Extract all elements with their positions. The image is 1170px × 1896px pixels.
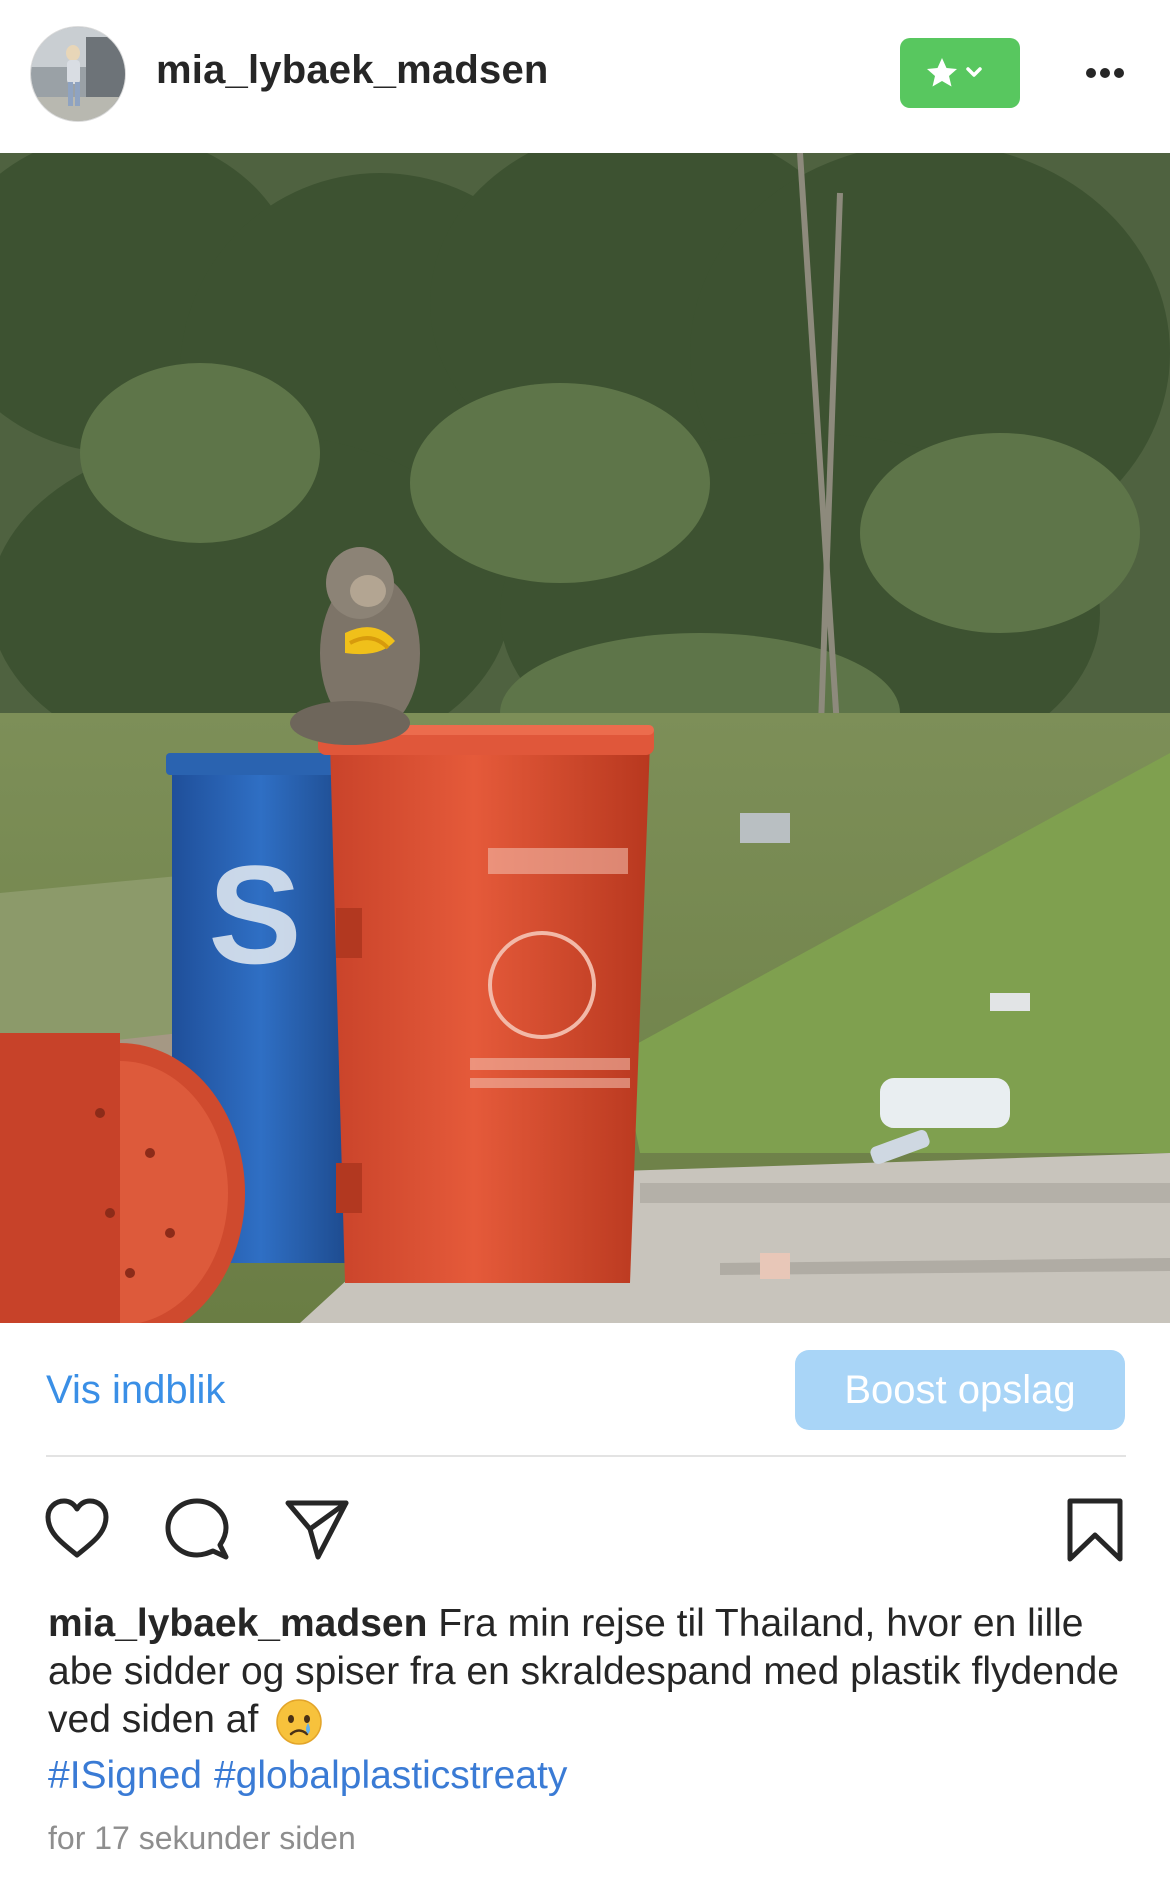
heart-icon — [45, 1498, 109, 1558]
hashtag-link[interactable]: #ISigned — [48, 1754, 202, 1797]
comment-button[interactable] — [162, 1495, 232, 1565]
star-chevron-icon — [927, 58, 982, 87]
crying-face-emoji-icon — [275, 1698, 323, 1746]
more-options-button[interactable] — [1070, 48, 1140, 98]
view-insights-link[interactable]: Vis indblik — [46, 1368, 225, 1413]
comment-icon — [165, 1498, 229, 1560]
post-timestamp: for 17 sekunder siden — [48, 1820, 356, 1856]
hashtag-link[interactable]: #globalplasticstreaty — [214, 1754, 567, 1797]
send-icon — [285, 1500, 349, 1560]
bookmark-icon — [1067, 1498, 1123, 1562]
boost-post-button[interactable]: Boost opslag — [795, 1350, 1125, 1430]
like-button[interactable] — [42, 1495, 112, 1565]
divider — [46, 1455, 1126, 1457]
caption-username[interactable]: mia_lybaek_madsen — [48, 1602, 427, 1645]
post-header: mia_lybaek_madsen — [0, 0, 1170, 153]
favorite-button[interactable] — [900, 38, 1020, 108]
avatar[interactable] — [30, 26, 126, 122]
more-horizontal-icon — [1086, 68, 1124, 78]
post-photo[interactable]: S — [0, 153, 1170, 1323]
share-button[interactable] — [282, 1495, 352, 1565]
post-caption: mia_lybaek_madsen Fra min rejse til Thai… — [48, 1600, 1128, 1746]
save-button[interactable] — [1060, 1495, 1130, 1565]
svg-text:S: S — [208, 836, 301, 993]
monkey-on-trash-bins-photo: S — [0, 153, 1170, 1323]
header-username[interactable]: mia_lybaek_madsen — [156, 48, 549, 93]
caption-hashtags: #ISigned #globalplasticstreaty — [48, 1752, 579, 1800]
